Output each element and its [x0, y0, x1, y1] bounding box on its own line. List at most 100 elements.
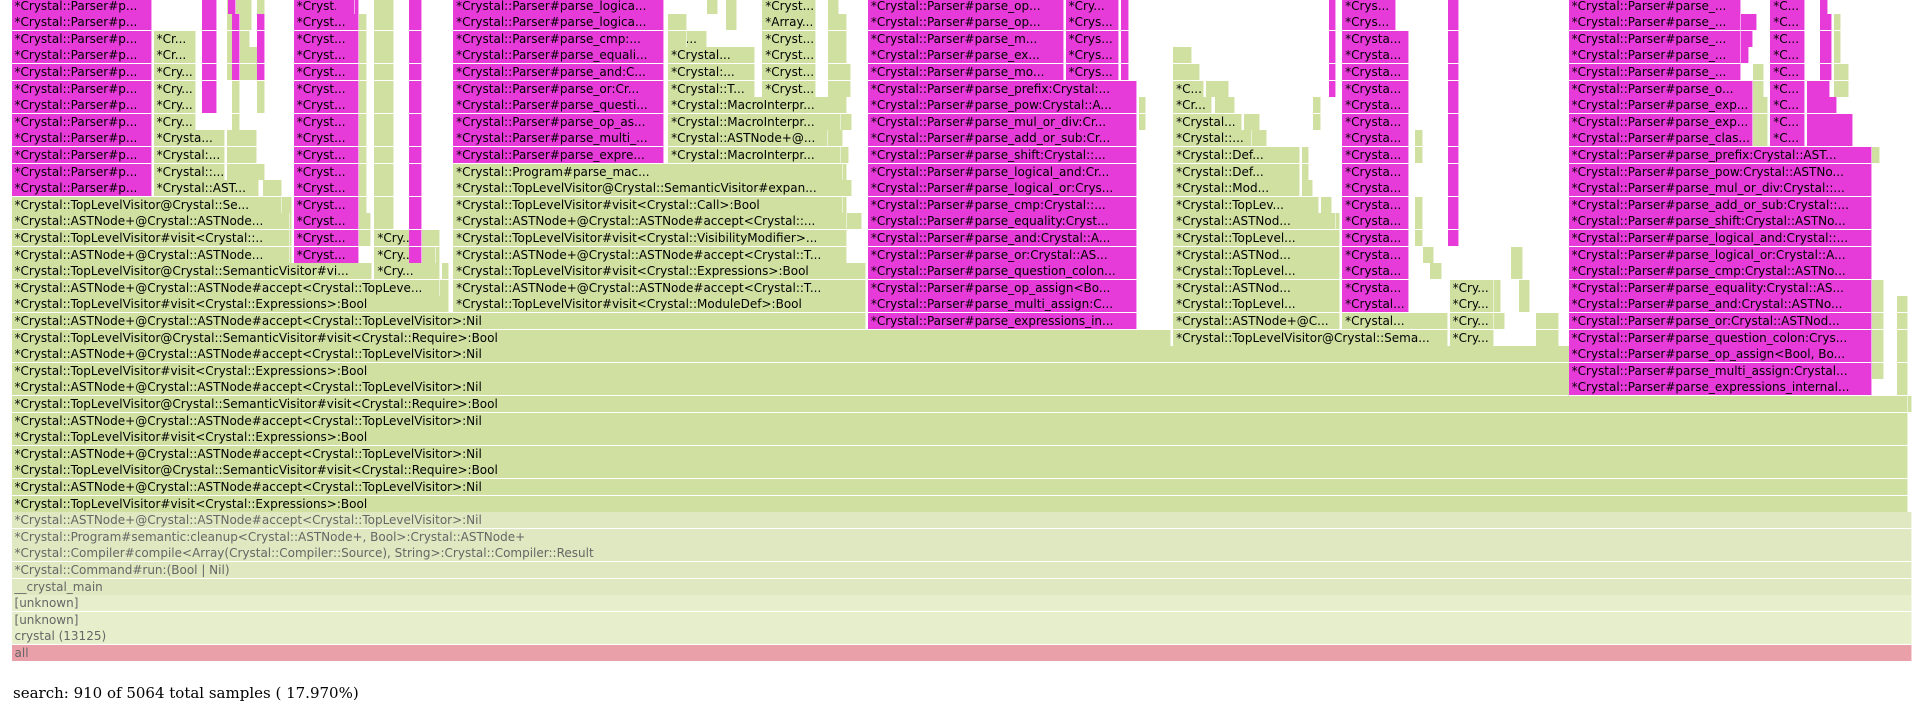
flame-frame[interactable]: *Crystal... — [1342, 313, 1448, 329]
flame-frame[interactable] — [840, 147, 849, 163]
flame-frame[interactable]: *Cryst... — [762, 0, 816, 14]
flame-frame[interactable]: *Crystal::ASTNode+@Crystal::ASTNode#acce… — [11, 445, 1909, 462]
flame-frame[interactable] — [1447, 64, 1460, 80]
flame-frame[interactable] — [827, 47, 847, 64]
flame-frame[interactable]: *Cryst... — [293, 97, 360, 114]
flame-frame[interactable]: *Crystal::TopLevelVisitor#visit<Crystal:… — [453, 296, 866, 313]
flame-frame[interactable] — [1328, 14, 1337, 31]
flame-frame[interactable]: *Crystal::Parser#parse_pow:Crystal::ASTN… — [1568, 163, 1872, 180]
flame-frame[interactable]: *Crystal::TopLevel... — [1173, 296, 1341, 313]
flame-frame[interactable] — [1121, 0, 1129, 14]
flame-frame[interactable] — [1752, 80, 1765, 97]
flame-frame[interactable] — [1301, 163, 1310, 180]
flame-frame[interactable] — [725, 0, 738, 14]
flame-frame[interactable] — [1447, 130, 1460, 147]
flame-frame[interactable] — [1806, 97, 1838, 114]
flame-frame[interactable] — [232, 14, 240, 31]
flame-frame[interactable] — [1896, 379, 1909, 396]
flame-frame[interactable]: *Crystal::Parser#parse_logica... — [453, 14, 665, 31]
flame-frame[interactable] — [263, 196, 283, 213]
flame-frame[interactable] — [1121, 64, 1129, 80]
flame-frame[interactable]: *C... — [1770, 47, 1805, 64]
flame-frame[interactable]: __crystal_main — [11, 578, 1913, 595]
flame-frame[interactable]: *Crystal::Parser#parse_op_as... — [453, 113, 665, 130]
flame-frame[interactable] — [1415, 230, 1423, 246]
flame-frame[interactable]: *Crystal::TopLevelVisitor#visit<Crystal:… — [11, 362, 1571, 379]
flame-frame[interactable] — [1872, 296, 1884, 313]
flame-frame[interactable] — [1328, 47, 1337, 64]
flame-frame[interactable]: *Crystal::TopLevel... — [1173, 263, 1341, 280]
flame-frame[interactable]: *Crystal::ASTNode+@Crystal::ASTNode#acce… — [11, 313, 866, 329]
flame-frame[interactable] — [1493, 296, 1502, 313]
flame-frame[interactable] — [1872, 362, 1884, 379]
flame-frame[interactable] — [408, 113, 423, 130]
flame-frame[interactable]: *C... — [1770, 64, 1805, 80]
flame-frame[interactable]: *Crystal::Parser#parse_prefix:Crystal::A… — [1568, 147, 1872, 163]
flame-frame[interactable]: *Cryst... — [293, 213, 360, 230]
flame-frame[interactable]: *Crystal::Parser#parse_logical_or:Crysta… — [1568, 246, 1872, 263]
flame-frame[interactable] — [725, 14, 738, 31]
flame-frame[interactable]: *Crystal::Parser#parse_mul_or_div:Crysta… — [1568, 180, 1872, 197]
flame-frame[interactable] — [827, 0, 840, 14]
flame-frame[interactable]: *Crystal::TopLevelVisitor@Crystal::Seman… — [11, 329, 1172, 346]
flame-frame[interactable] — [1806, 130, 1853, 147]
flame-frame[interactable]: *Cryst... — [293, 64, 360, 80]
flame-frame[interactable] — [1872, 329, 1884, 346]
flame-frame[interactable] — [1447, 30, 1460, 47]
flame-frame[interactable] — [359, 47, 367, 64]
flame-frame[interactable] — [359, 64, 367, 80]
flame-frame[interactable] — [408, 180, 423, 197]
flame-frame[interactable]: *Crystal::Parser#parse_questi... — [453, 97, 665, 114]
flame-frame[interactable] — [359, 230, 371, 246]
flame-frame[interactable]: *Crystal::Parser#parse_question_colon:Cr… — [1568, 329, 1872, 346]
flame-frame[interactable]: *Crysta... — [1342, 80, 1410, 97]
flame-frame[interactable] — [201, 97, 217, 114]
flame-frame[interactable] — [1752, 113, 1769, 130]
flame-frame[interactable]: *Crystal::Parser#p... — [11, 97, 152, 114]
flame-frame[interactable]: *Crystal::Parser#parse_equality:Crystal:… — [1568, 279, 1872, 296]
flame-frame[interactable]: crystal (13125) — [11, 628, 1913, 645]
flame-frame[interactable]: *Crystal::Parser#parse_shift:Crystal::AS… — [1568, 213, 1872, 230]
flame-frame[interactable] — [359, 130, 367, 147]
flame-frame[interactable] — [1415, 213, 1423, 230]
flame-frame[interactable] — [1121, 47, 1129, 64]
flame-frame[interactable]: *Crystal::TopLevelVisitor#visit<Crystal:… — [11, 429, 1909, 446]
flame-frame[interactable]: *Crystal::TopLevelVisitor@Crystal::Seman… — [11, 396, 1909, 412]
flame-frame[interactable]: *Crys... — [1065, 14, 1120, 31]
flame-frame[interactable]: *Cryst... — [762, 30, 816, 47]
flame-frame[interactable] — [232, 30, 240, 47]
flame-frame[interactable]: *C... — [1770, 0, 1805, 14]
flame-frame[interactable]: *Crysta... — [1342, 180, 1410, 197]
flame-frame[interactable]: *Cry... — [1065, 0, 1120, 14]
flame-frame[interactable]: *Cryst... — [293, 230, 360, 246]
flame-frame[interactable] — [1301, 180, 1314, 197]
flame-frame[interactable] — [827, 64, 851, 80]
flame-frame[interactable]: *Crystal::Parser#parse_... — [1568, 47, 1742, 64]
flame-frame[interactable] — [257, 30, 265, 47]
flame-frame[interactable]: *Cry... — [1449, 313, 1494, 329]
flame-frame[interactable]: *Crystal::Parser#parse_op_assign<Bo... — [867, 279, 1137, 296]
flame-frame[interactable]: *Crystal::ASTNode+@Crystal::ASTNode#acce… — [11, 412, 1909, 429]
flame-frame[interactable]: *Crystal::Parser#parse_shift:Crystal::..… — [867, 147, 1137, 163]
flame-frame[interactable] — [1896, 329, 1909, 346]
flame-frame[interactable] — [1447, 196, 1460, 213]
flame-frame[interactable] — [1872, 346, 1884, 363]
flame-frame[interactable] — [1121, 30, 1129, 47]
flame-frame[interactable]: *Crystal::Parser#parse_logical_and:Cryst… — [1568, 230, 1872, 246]
flame-frame[interactable] — [1138, 97, 1147, 114]
flame-frame[interactable] — [827, 163, 843, 180]
flame-frame[interactable] — [1872, 313, 1884, 329]
flame-frame[interactable] — [1511, 246, 1523, 263]
flame-frame[interactable]: *Crysta... — [1342, 97, 1410, 114]
flame-frame[interactable] — [706, 0, 719, 14]
flame-frame[interactable] — [1908, 396, 1913, 412]
flame-frame[interactable]: *Crystal... — [1342, 296, 1410, 313]
flame-frame[interactable]: *Cr... — [153, 47, 196, 64]
flame-frame[interactable]: *Crysta... — [153, 130, 225, 147]
flame-frame[interactable] — [359, 163, 367, 180]
flame-frame[interactable] — [1415, 196, 1423, 213]
flame-frame[interactable]: *Crystal::Parser#parse_multi_assign:C... — [867, 296, 1137, 313]
flame-frame[interactable]: *Cry... — [1449, 296, 1494, 313]
flame-frame[interactable] — [1741, 30, 1753, 47]
flame-frame[interactable] — [408, 30, 423, 47]
